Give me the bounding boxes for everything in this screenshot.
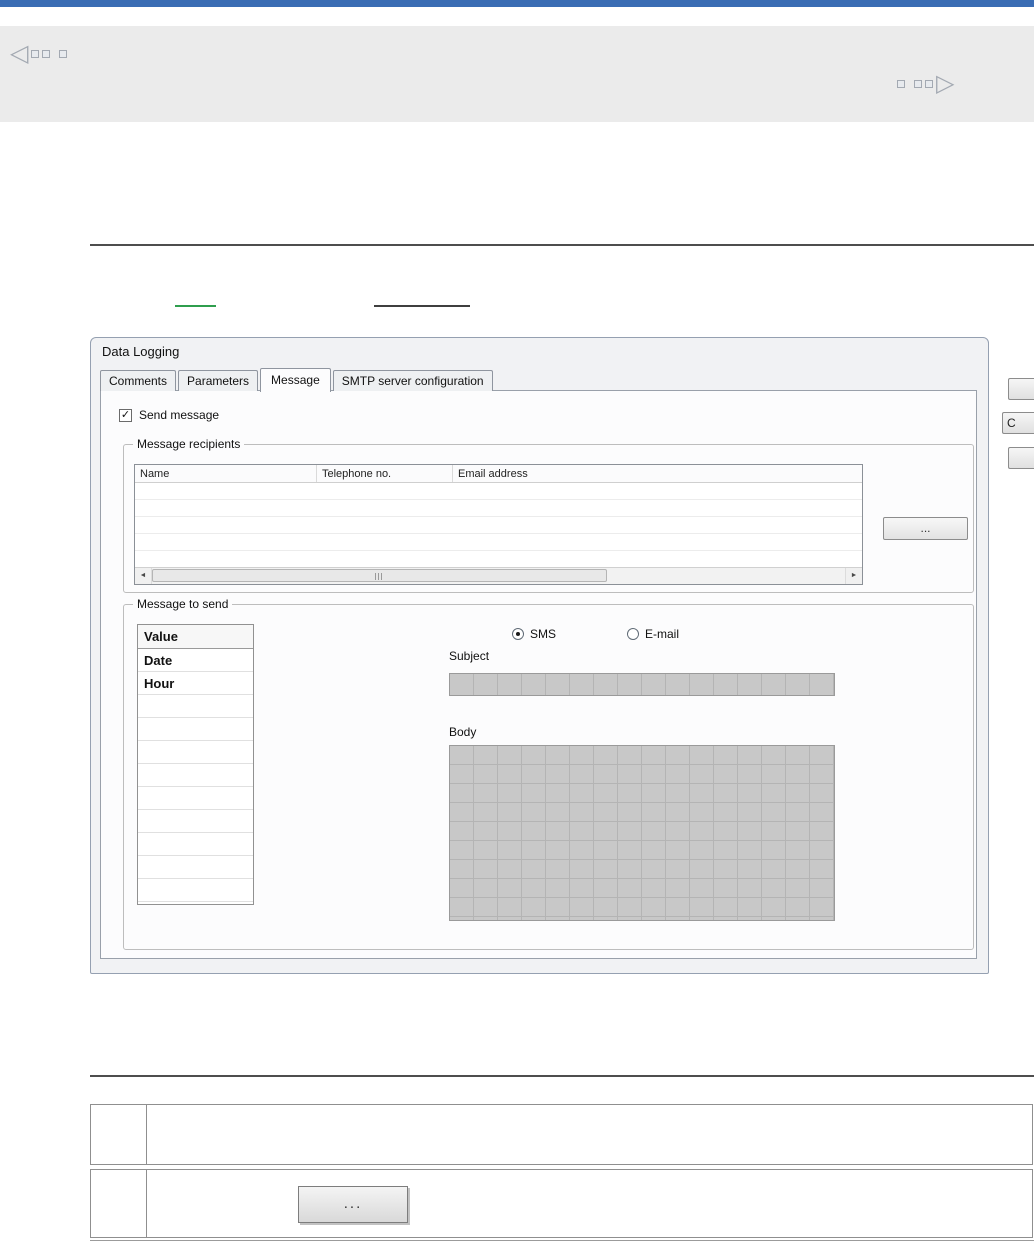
value-table: Value Date Hour (137, 624, 254, 905)
scrollbar-grip-icon (374, 573, 384, 580)
procedure-row-2: ... (90, 1169, 1033, 1238)
body-input[interactable] (449, 745, 835, 921)
message-to-send-group-label: Message to send (133, 597, 233, 611)
cell-divider (146, 1105, 147, 1164)
page-square-icon (897, 80, 905, 88)
sms-radio-label: SMS (530, 627, 557, 641)
recipients-browse-button[interactable]: ... (883, 517, 968, 540)
send-message-checkbox[interactable]: ✓ Send message (119, 408, 219, 422)
email-radio-label: E-mail (645, 627, 680, 641)
section-divider (90, 244, 1034, 246)
email-radio-option[interactable]: E-mail (627, 627, 679, 641)
value-row[interactable] (138, 741, 253, 764)
tab-parameters[interactable]: Parameters (178, 370, 259, 391)
checkbox-checked-icon: ✓ (119, 408, 132, 422)
table-row[interactable] (135, 534, 862, 551)
value-row[interactable] (138, 695, 253, 718)
value-row[interactable] (138, 833, 253, 856)
page-bottom-rule (90, 1240, 1034, 1241)
dialog-side-button-2[interactable]: C (1002, 412, 1034, 434)
sms-radio-option[interactable]: SMS (512, 627, 556, 641)
value-row[interactable] (138, 718, 253, 741)
value-row[interactable] (138, 764, 253, 787)
nav-next[interactable]: ▷ (897, 70, 955, 97)
message-recipients-group-label: Message recipients (133, 437, 245, 451)
subject-label: Subject (449, 649, 490, 663)
message-to-send-group: Message to send Value Date Hour SMS E-ma… (123, 597, 974, 950)
next-arrow-icon: ▷ (936, 70, 955, 97)
table-row[interactable] (135, 517, 862, 534)
scrollbar-thumb[interactable] (152, 569, 607, 582)
cell-divider (146, 1170, 147, 1237)
recipients-table: Name Telephone no. Email address ◄ ► (134, 464, 863, 585)
send-message-label: Send message (139, 408, 220, 422)
radio-selected-icon (512, 628, 524, 640)
table-row[interactable] (135, 551, 862, 568)
page-square-icon (59, 50, 68, 58)
body-label: Body (449, 725, 477, 739)
table-row[interactable] (135, 500, 862, 517)
value-row-hour[interactable]: Hour (138, 672, 253, 695)
dots-button-image[interactable]: ... (298, 1186, 408, 1223)
dialog-title: Data Logging (102, 344, 180, 359)
page-square-icon (914, 80, 922, 88)
dialog-side-button-1[interactable] (1008, 378, 1034, 400)
column-header-telephone[interactable]: Telephone no. (317, 465, 453, 482)
tab-message[interactable]: Message (260, 368, 331, 392)
value-column-header[interactable]: Value (138, 625, 253, 649)
top-accent-bar (0, 0, 1034, 7)
page-square-icon (42, 50, 51, 58)
table-row[interactable] (135, 483, 862, 500)
page-square-icon (925, 80, 933, 88)
data-logging-dialog: Data Logging Comments Parameters Message… (90, 337, 989, 974)
subject-input[interactable] (449, 673, 835, 696)
header-band: ◁ ▷ (0, 26, 1034, 122)
radio-unselected-icon (627, 628, 639, 640)
recipients-table-header: Name Telephone no. Email address (135, 465, 862, 483)
value-row[interactable] (138, 787, 253, 810)
message-recipients-group: Message recipients Name Telephone no. Em… (123, 437, 974, 593)
horizontal-scrollbar: ◄ ► (135, 567, 862, 584)
column-header-name[interactable]: Name (135, 465, 317, 482)
page-square-icon (31, 50, 40, 58)
value-row[interactable] (138, 810, 253, 833)
tab-smtp-server-configuration[interactable]: SMTP server configuration (332, 370, 493, 391)
document-page: ◁ ▷ Data Logging Comments Parameters Mes… (0, 0, 1034, 1244)
scroll-left-button[interactable]: ◄ (135, 568, 152, 584)
tab-strip: Comments Parameters Message SMTP server … (100, 368, 495, 392)
tab-comments[interactable]: Comments (100, 370, 177, 391)
prev-arrow-icon: ◁ (10, 40, 29, 67)
value-row[interactable] (138, 879, 253, 902)
doc-link-2[interactable] (374, 294, 470, 307)
section-divider (90, 1075, 1034, 1077)
procedure-row-1 (90, 1104, 1033, 1165)
column-header-email[interactable]: Email address (453, 465, 862, 482)
dialog-side-button-3[interactable] (1008, 447, 1034, 469)
value-row-date[interactable]: Date (138, 649, 253, 672)
doc-link-1[interactable] (175, 294, 216, 307)
nav-previous[interactable]: ◁ (10, 40, 68, 67)
value-row[interactable] (138, 856, 253, 879)
scroll-right-button[interactable]: ► (845, 568, 862, 584)
